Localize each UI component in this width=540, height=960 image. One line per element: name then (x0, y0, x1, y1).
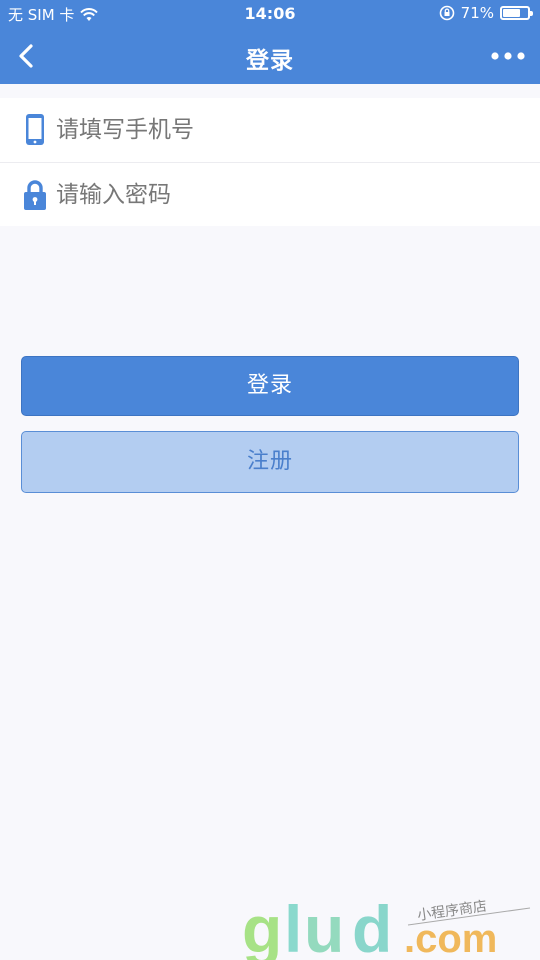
orientation-lock-icon (439, 5, 454, 21)
svg-text:u: u (304, 892, 344, 960)
phone-row (0, 98, 540, 162)
watermark-logo: g l u d .com 小程序商店 (242, 892, 531, 960)
register-button[interactable]: 注册 (21, 431, 519, 493)
phone-input[interactable] (56, 108, 516, 152)
mobile-phone-icon (26, 114, 44, 145)
login-form (0, 98, 540, 226)
app-header: 无 SIM 卡 14:06 71% 登录 (0, 0, 540, 84)
battery-level-fill (503, 9, 521, 17)
svg-text:d: d (352, 892, 392, 960)
more-button[interactable] (486, 38, 530, 74)
svg-text:g: g (242, 892, 282, 960)
battery-icon (500, 6, 533, 20)
password-input[interactable] (56, 173, 516, 217)
nav-bar: 登录 (0, 28, 540, 84)
more-dots-icon (491, 52, 525, 60)
lock-icon (24, 180, 46, 210)
password-row (0, 162, 540, 226)
page-title: 登录 (246, 48, 294, 74)
status-bar: 无 SIM 卡 14:06 71% (0, 0, 540, 28)
svg-text:l: l (284, 892, 302, 960)
status-right: 71% (439, 4, 533, 22)
login-button[interactable]: 登录 (21, 356, 519, 416)
battery-percent: 71% (460, 4, 494, 22)
